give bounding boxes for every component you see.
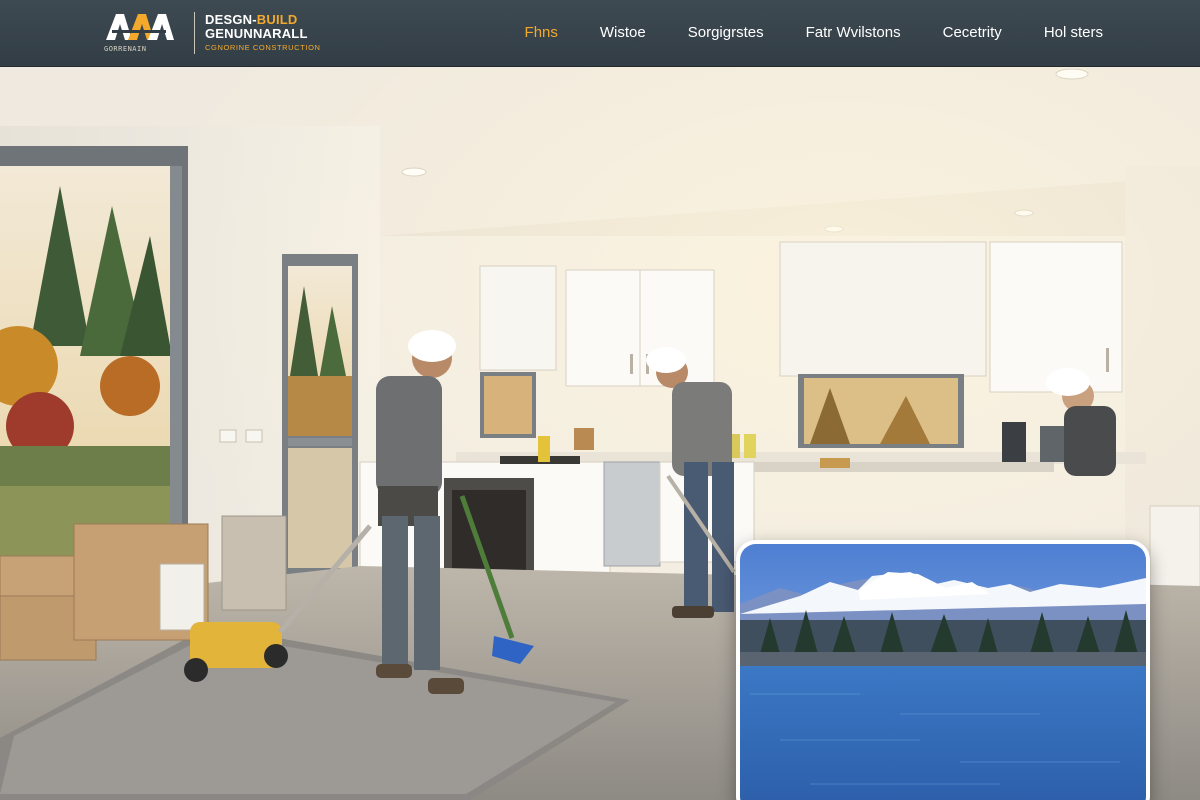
nav-item-2[interactable]: Wistoe [579, 0, 667, 66]
nav-item-6[interactable]: Hol sters [1023, 0, 1124, 66]
brand-divider [194, 12, 195, 54]
logo-caption: GORRENAIN [104, 45, 147, 53]
lake-mountain-photo [740, 544, 1146, 800]
brand-tagline: CGNORINE CONSTRUCTION [205, 43, 321, 52]
site-header: GORRENAIN DESGN-BUILD GENUNNARALL CGNORI… [0, 0, 1200, 67]
brand-title-line1: DESGN-BUILD [205, 13, 321, 27]
brand-title-prefix: DESGN- [205, 12, 257, 27]
lake-inset-photo [736, 540, 1150, 800]
nav-item-4[interactable]: Fatr Wvilstons [785, 0, 922, 66]
brand-title-line2: GENUNNARALL [205, 26, 308, 41]
brand-title-accent: BUILD [256, 12, 298, 27]
nav-item-5[interactable]: Cecetrity [922, 0, 1023, 66]
hero-section [0, 66, 1200, 800]
nav-item-3[interactable]: Sorgigrstes [667, 0, 785, 66]
logo-mark: GORRENAIN [104, 10, 178, 56]
brand-logo-link[interactable]: GORRENAIN DESGN-BUILD GENUNNARALL CGNORI… [104, 10, 321, 56]
nav-item-1[interactable]: Fhns [504, 0, 579, 66]
logo-letters-icon [106, 14, 174, 40]
main-nav: Fhns Wistoe Sorgigrstes Fatr Wvilstons C… [504, 0, 1124, 66]
brand-text: DESGN-BUILD GENUNNARALL CGNORINE CONSTRU… [205, 13, 321, 53]
